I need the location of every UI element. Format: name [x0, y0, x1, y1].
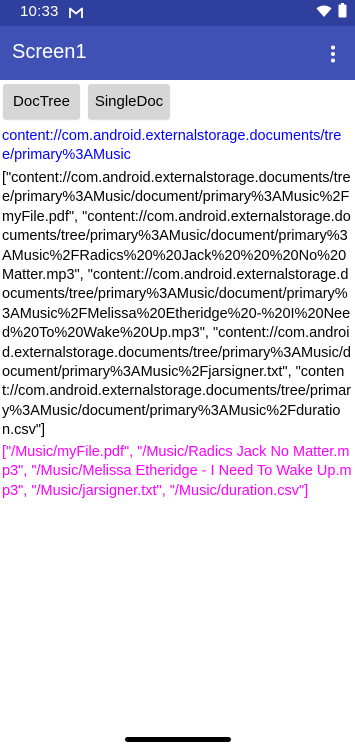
- app-title: Screen1: [12, 41, 87, 63]
- app-bar: Screen1: [0, 26, 355, 80]
- file-paths-label: ["/Music/myFile.pdf", "/Music/Radics Jac…: [2, 444, 352, 499]
- singledoc-button[interactable]: SingleDoc: [88, 84, 170, 119]
- navigation-handle[interactable]: [125, 737, 231, 742]
- more-vert-icon[interactable]: [321, 42, 345, 66]
- doctree-button[interactable]: DocTree: [3, 84, 80, 119]
- status-bar: 10:33: [0, 0, 355, 26]
- status-time: 10:33: [20, 3, 59, 20]
- gmail-icon: [69, 6, 83, 18]
- document-uris-label: ["content://com.android.externalstorage.…: [2, 170, 351, 439]
- battery-icon: [338, 3, 347, 23]
- tree-uri-label: content://com.android.externalstorage.do…: [2, 128, 342, 164]
- wifi-icon: [316, 4, 332, 23]
- status-icons: [316, 3, 347, 23]
